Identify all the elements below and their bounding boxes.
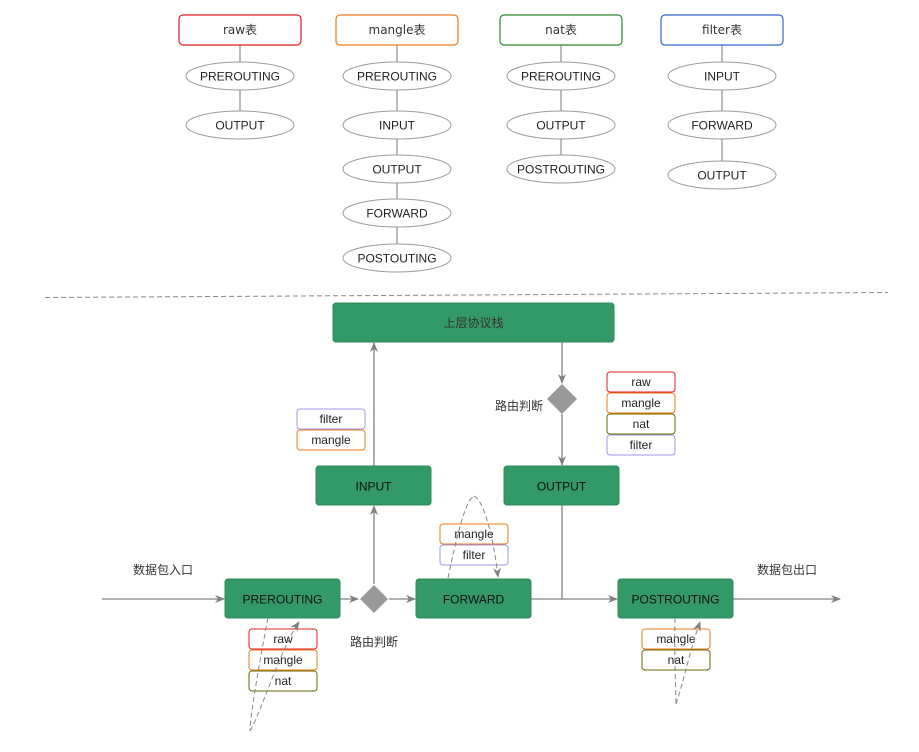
chain-box-postrouting: POSTROUTING [617, 578, 734, 619]
table-header-label: raw表 [223, 23, 257, 37]
table-tag-label: mangle [621, 396, 661, 410]
table-tag-label: mangle [311, 433, 351, 447]
chain-label: OUTPUT [697, 169, 747, 183]
routing-decision-diamond-upper [547, 384, 577, 414]
table-tag-label: nat [633, 417, 650, 431]
section-divider [44, 292, 889, 298]
chain-node-postouting: POSTOUTING [342, 243, 452, 273]
table-tag-raw: raw [606, 371, 676, 393]
chain-label: PREROUTING [521, 70, 601, 84]
chain-label: OUTPUT [372, 163, 422, 177]
chain-node-postrouting: POSTROUTING [506, 154, 616, 184]
chain-label-postrouting: POSTROUTING [631, 593, 719, 607]
routing-decision-label-upper: 路由判断 [495, 398, 543, 413]
chain-label: POSTOUTING [357, 252, 436, 266]
chain-box-forward: FORWARD [415, 578, 532, 619]
table-tag-mangle: mangle [641, 628, 711, 650]
chain-label: PREROUTING [357, 70, 437, 84]
chain-node-forward: FORWARD [342, 198, 452, 228]
table-tag-nat: nat [641, 649, 711, 671]
chain-node-output: OUTPUT [342, 154, 452, 184]
chain-label: OUTPUT [215, 119, 265, 133]
table-column-mangle: mangle表 PREROUTING INPUT OUTPUT FORWARD POSTO… [335, 14, 459, 273]
chain-box-prerouting: PREROUTING [224, 578, 341, 619]
chain-node-output: OUTPUT [506, 110, 616, 140]
table-tag-mangle: mangle [296, 429, 366, 451]
table-tag-label: mangle [454, 527, 494, 541]
chain-label: INPUT [704, 70, 741, 84]
chain-label: INPUT [379, 119, 416, 133]
tables-overview: raw表 PREROUTING OUTPUT mangle表 PREROUTING INP… [178, 14, 784, 273]
table-tag-label: mangle [656, 632, 696, 646]
routing-decision-label-lower: 路由判断 [350, 634, 398, 649]
chain-box-input: INPUT [315, 465, 432, 506]
table-tag-nat: nat [248, 670, 318, 692]
routing-decision-diamond-lower [360, 585, 388, 613]
exit-label: 数据包出口 [757, 562, 817, 577]
chain-node-prerouting: PREROUTING [506, 61, 616, 91]
table-tag-label: mangle [263, 653, 303, 667]
upper-protocol-stack-box: 上层协议栈 [332, 302, 615, 343]
chain-label-prerouting: PREROUTING [242, 593, 322, 607]
chain-label: FORWARD [691, 119, 753, 133]
chain-label-output: OUTPUT [537, 480, 587, 494]
table-tag-label: nat [275, 674, 292, 688]
table-tags-output: raw mangle nat filter [606, 371, 676, 456]
chain-label-input: INPUT [356, 480, 393, 494]
chain-box-output: OUTPUT [503, 465, 620, 506]
chain-node-prerouting: PREROUTING [342, 61, 452, 91]
iptables-diagram: raw表 PREROUTING OUTPUT mangle表 PREROUTING INP… [44, 14, 889, 732]
table-tag-nat: nat [606, 413, 676, 435]
table-tag-label: filter [320, 412, 343, 426]
table-header-mangle: mangle表 [335, 14, 459, 46]
chain-label: PREROUTING [200, 70, 280, 84]
chain-node-forward: FORWARD [667, 110, 777, 140]
table-header-filter: filter表 [660, 14, 784, 46]
table-tags-postrouting: mangle nat [641, 628, 711, 671]
chain-node-input: INPUT [667, 61, 777, 91]
table-tag-label: filter [630, 438, 653, 452]
table-tag-filter: filter [296, 408, 366, 430]
chain-node-prerouting: PREROUTING [185, 61, 295, 91]
table-header-label: mangle表 [369, 23, 426, 37]
table-tag-label: raw [631, 375, 651, 389]
table-tag-raw: raw [248, 628, 318, 650]
table-tag-mangle: mangle [606, 392, 676, 414]
chain-node-output: OUTPUT [667, 160, 777, 190]
table-column-nat: nat表 PREROUTING OUTPUT POSTROUTING [499, 14, 623, 184]
chain-node-output: OUTPUT [185, 110, 295, 140]
table-tag-label: raw [273, 632, 293, 646]
table-tag-label: filter [463, 548, 486, 562]
table-tag-mangle: mangle [439, 523, 509, 545]
table-tags-forward: mangle filter [439, 523, 509, 566]
table-column-filter: filter表 INPUT FORWARD OUTPUT [660, 14, 784, 190]
chain-label-forward: FORWARD [443, 593, 505, 607]
chain-label: FORWARD [366, 207, 428, 221]
table-tag-filter: filter [439, 544, 509, 566]
table-tag-filter: filter [606, 434, 676, 456]
table-header-raw: raw表 [178, 14, 302, 46]
table-tags-prerouting: raw mangle nat [248, 628, 318, 692]
upper-protocol-stack-label: 上层协议栈 [443, 315, 503, 330]
table-header-label: filter表 [702, 23, 742, 37]
chain-node-input: INPUT [342, 110, 452, 140]
table-tags-input: filter mangle [296, 408, 366, 451]
table-header-nat: nat表 [499, 14, 623, 46]
chain-table-tags: raw mangle nat filter mangle mangle filter raw m… [248, 371, 711, 692]
chain-label: OUTPUT [536, 119, 586, 133]
chain-label: POSTROUTING [517, 163, 605, 177]
table-header-label: nat表 [545, 23, 577, 37]
table-column-raw: raw表 PREROUTING OUTPUT [178, 14, 302, 140]
entry-label: 数据包入口 [133, 562, 193, 577]
table-tag-label: nat [668, 653, 685, 667]
